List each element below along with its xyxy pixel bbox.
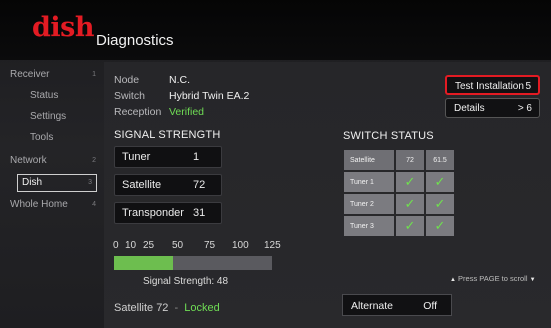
scale-tick-125: 125 xyxy=(264,240,281,251)
sidebar-item-dish[interactable]: Dish 3 xyxy=(17,174,97,192)
scale-tick-0: 0 xyxy=(113,240,119,251)
tuner-value: 1 xyxy=(193,151,200,163)
check-icon: ✓ xyxy=(434,218,446,234)
check-icon: ✓ xyxy=(404,174,416,190)
check-icon: ✓ xyxy=(404,218,416,234)
signal-strength-title: SIGNAL STRENGTH xyxy=(114,129,221,141)
transponder-value: 31 xyxy=(193,207,206,219)
satellite-field: Satellite 72 xyxy=(114,174,222,196)
table-row: Tuner 2 ✓ ✓ xyxy=(344,194,454,214)
signal-strength-text: Signal Strength: 48 xyxy=(143,276,229,287)
sidebar-item-label: Dish xyxy=(22,177,43,188)
scale-tick-10: 10 xyxy=(125,240,137,251)
sidebar-item-settings[interactable]: Settings xyxy=(10,108,100,126)
switch-value: Hybrid Twin EA.2 xyxy=(169,90,250,102)
sidebar-item-tools[interactable]: Tools xyxy=(10,129,100,147)
transponder-label: Transponder xyxy=(122,207,184,219)
table-row: Satellite 72 61.5 xyxy=(344,150,454,170)
sidebar-item-network[interactable]: Network 2 xyxy=(10,152,100,170)
test-installation-button[interactable]: Test Installation 5 xyxy=(445,75,540,95)
tuner-field: Tuner 1 xyxy=(114,146,222,168)
switch-row-label: Tuner 1 xyxy=(344,172,394,192)
sidebar-item-whole-home[interactable]: Whole Home 4 xyxy=(10,196,100,214)
satellite-label: Satellite xyxy=(122,179,162,191)
node-label: Node xyxy=(114,74,140,86)
sidebar-item-number: 1 xyxy=(92,71,96,78)
test-installation-key: 5 xyxy=(525,81,531,92)
scale-tick-25: 25 xyxy=(143,240,155,251)
sidebar-item-status[interactable]: Status xyxy=(10,87,100,105)
sidebar-item-label: Status xyxy=(30,90,59,101)
sidebar-item-number: 4 xyxy=(92,201,96,208)
header-bar: dish Diagnostics xyxy=(0,0,551,60)
scale-tick-100: 100 xyxy=(232,240,249,251)
table-row: Tuner 3 ✓ ✓ xyxy=(344,216,454,236)
satellite-value: 72 xyxy=(193,179,206,191)
transponder-field: Transponder 31 xyxy=(114,202,222,224)
scale-tick-75: 75 xyxy=(204,240,216,251)
switch-row-label: Tuner 2 xyxy=(344,194,394,214)
scroll-up-icon: ▲ xyxy=(450,277,456,283)
diagnostics-screen: dish Diagnostics Receiver 1 Status Setti… xyxy=(0,0,551,328)
scroll-hint-text: Press PAGE to scroll xyxy=(458,274,528,283)
page-title: Diagnostics xyxy=(96,32,174,49)
switch-row-label: Tuner 3 xyxy=(344,216,394,236)
reception-value: Verified xyxy=(169,106,205,118)
check-icon: ✓ xyxy=(404,196,416,212)
lock-status: Locked xyxy=(184,302,220,314)
alternate-toggle[interactable]: Alternate Off xyxy=(342,294,452,316)
reception-label: Reception xyxy=(114,106,162,118)
sidebar-item-number: 2 xyxy=(92,157,96,164)
details-label: Details xyxy=(454,103,485,114)
scale-tick-50: 50 xyxy=(172,240,184,251)
dish-logo: dish xyxy=(32,12,94,43)
switch-header-72: 72 xyxy=(396,150,424,170)
switch-status-table: Satellite 72 61.5 Tuner 1 ✓ ✓ Tuner 2 ✓ … xyxy=(342,148,456,238)
scroll-hint: ▲ Press PAGE to scroll ▼ xyxy=(450,274,536,283)
sidebar-item-label: Receiver xyxy=(10,69,50,80)
sidebar-item-number: 3 xyxy=(88,179,92,186)
sidebar-item-label: Settings xyxy=(30,111,67,122)
tuner-label: Tuner xyxy=(122,151,151,163)
check-icon: ✓ xyxy=(434,196,446,212)
scroll-down-icon: ▼ xyxy=(529,277,536,283)
signal-strength-fill xyxy=(114,256,173,270)
switch-label: Switch xyxy=(114,90,145,102)
sidebar-menu: Receiver 1 Status Settings Tools Network… xyxy=(0,62,104,328)
switch-header-61-5: 61.5 xyxy=(426,150,454,170)
check-icon: ✓ xyxy=(434,174,446,190)
details-button[interactable]: Details > 6 xyxy=(445,98,540,118)
lock-satellite: Satellite 72 xyxy=(114,302,169,314)
details-key: > 6 xyxy=(517,103,532,114)
table-row: Tuner 1 ✓ ✓ xyxy=(344,172,454,192)
lock-separator: - xyxy=(174,302,179,314)
satellite-lock-status: Satellite 72 - Locked xyxy=(114,302,220,314)
switch-status-title: SWITCH STATUS xyxy=(343,130,434,142)
node-value: N.C. xyxy=(169,74,190,86)
sidebar-item-receiver[interactable]: Receiver 1 xyxy=(10,66,100,84)
sidebar-item-label: Whole Home xyxy=(10,199,68,210)
sidebar-item-label: Tools xyxy=(30,132,54,143)
test-installation-label: Test Installation xyxy=(455,81,524,92)
alternate-label: Alternate xyxy=(351,300,394,312)
switch-header-satellite: Satellite xyxy=(344,150,394,170)
sidebar-item-label: Network xyxy=(10,155,47,166)
signal-strength-bar xyxy=(114,256,272,270)
alternate-value: Off xyxy=(423,300,437,312)
